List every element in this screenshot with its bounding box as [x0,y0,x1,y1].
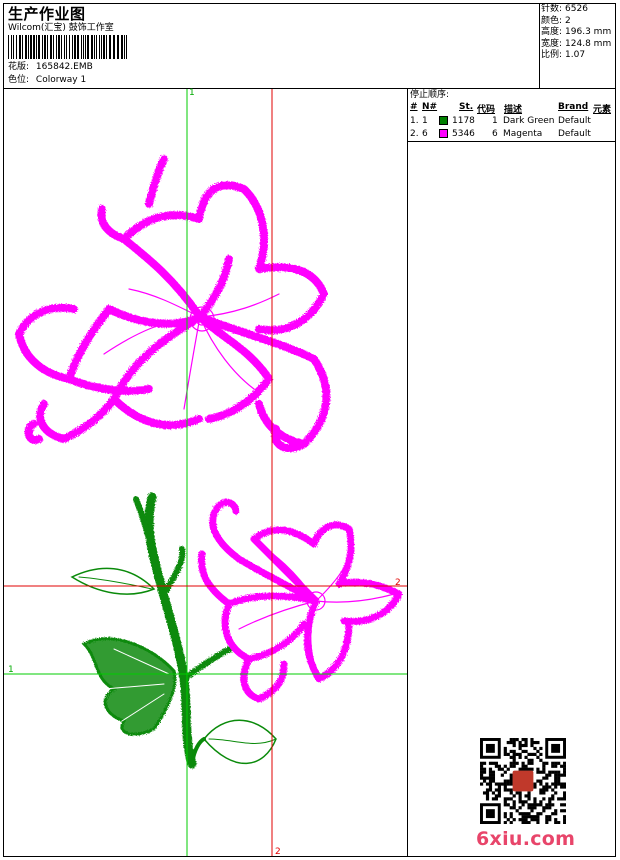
design-label: 花版: [8,62,30,72]
table-bottom-divider [407,141,616,142]
colorway-label: 色位: [8,75,30,85]
site-watermark: 6xiu.com [476,828,576,850]
table-header: # N# St. 代码 描述 Brand 元素 [410,102,615,115]
magenta-flower-bottom [197,498,403,703]
stat-colors: 颜色: 2 [541,15,571,26]
magenta-flower-top [15,155,331,452]
colorway-name: Colorway 1 [35,75,87,85]
guide-label-green-left: 1 [8,665,14,675]
table-row[interactable]: 2. 6 5346 6 Magenta Default [410,129,615,141]
studio-name: Wilcom(汇宝) 鼓饰工作室 [8,23,114,33]
stop-sequence-title: 停止顺序: [410,90,450,100]
header-stats-divider [539,3,540,88]
col-element: 元素 [593,105,612,115]
barcode [8,35,127,59]
guide-label-red-bottom: 2 [275,847,281,857]
col-index: # [410,102,418,112]
canvas-panel-divider [407,88,408,857]
design-stats: 针数: 6526 颜色: 2 高度: 196.3 mm 宽度: 124.8 mm 比例:… [541,4,617,62]
guide-label-red-right: 2 [395,578,401,588]
stat-stitches: 针数: 6526 [541,4,588,14]
stat-scale: 比例: 1.07 [541,50,586,61]
stat-width: 宽度: 124.8 mm [541,38,612,49]
color-swatch [439,116,448,125]
table-row[interactable]: 1. 1 1178 1 Dark Green Default [410,116,615,128]
design-canvas[interactable] [4,89,407,856]
colorway-row: 色位: Colorway 1 [8,75,86,86]
col-description: 描述 [504,105,523,115]
stat-height: 高度: 196.3 mm [541,27,612,38]
col-brand: Brand [558,102,589,112]
green-stem-leaves [70,492,277,769]
design-file-row: 花版: 165842.EMB [8,62,93,73]
color-swatch [439,129,448,138]
guide-label-green-top: 1 [189,88,195,98]
design-file-name: 165842.EMB [35,62,93,72]
qr-code [480,738,566,824]
col-code: 代码 [477,105,496,115]
col-needle: N# [422,102,438,112]
col-stitches: St. [459,102,474,112]
page-title: 生产作业图 [8,5,86,23]
